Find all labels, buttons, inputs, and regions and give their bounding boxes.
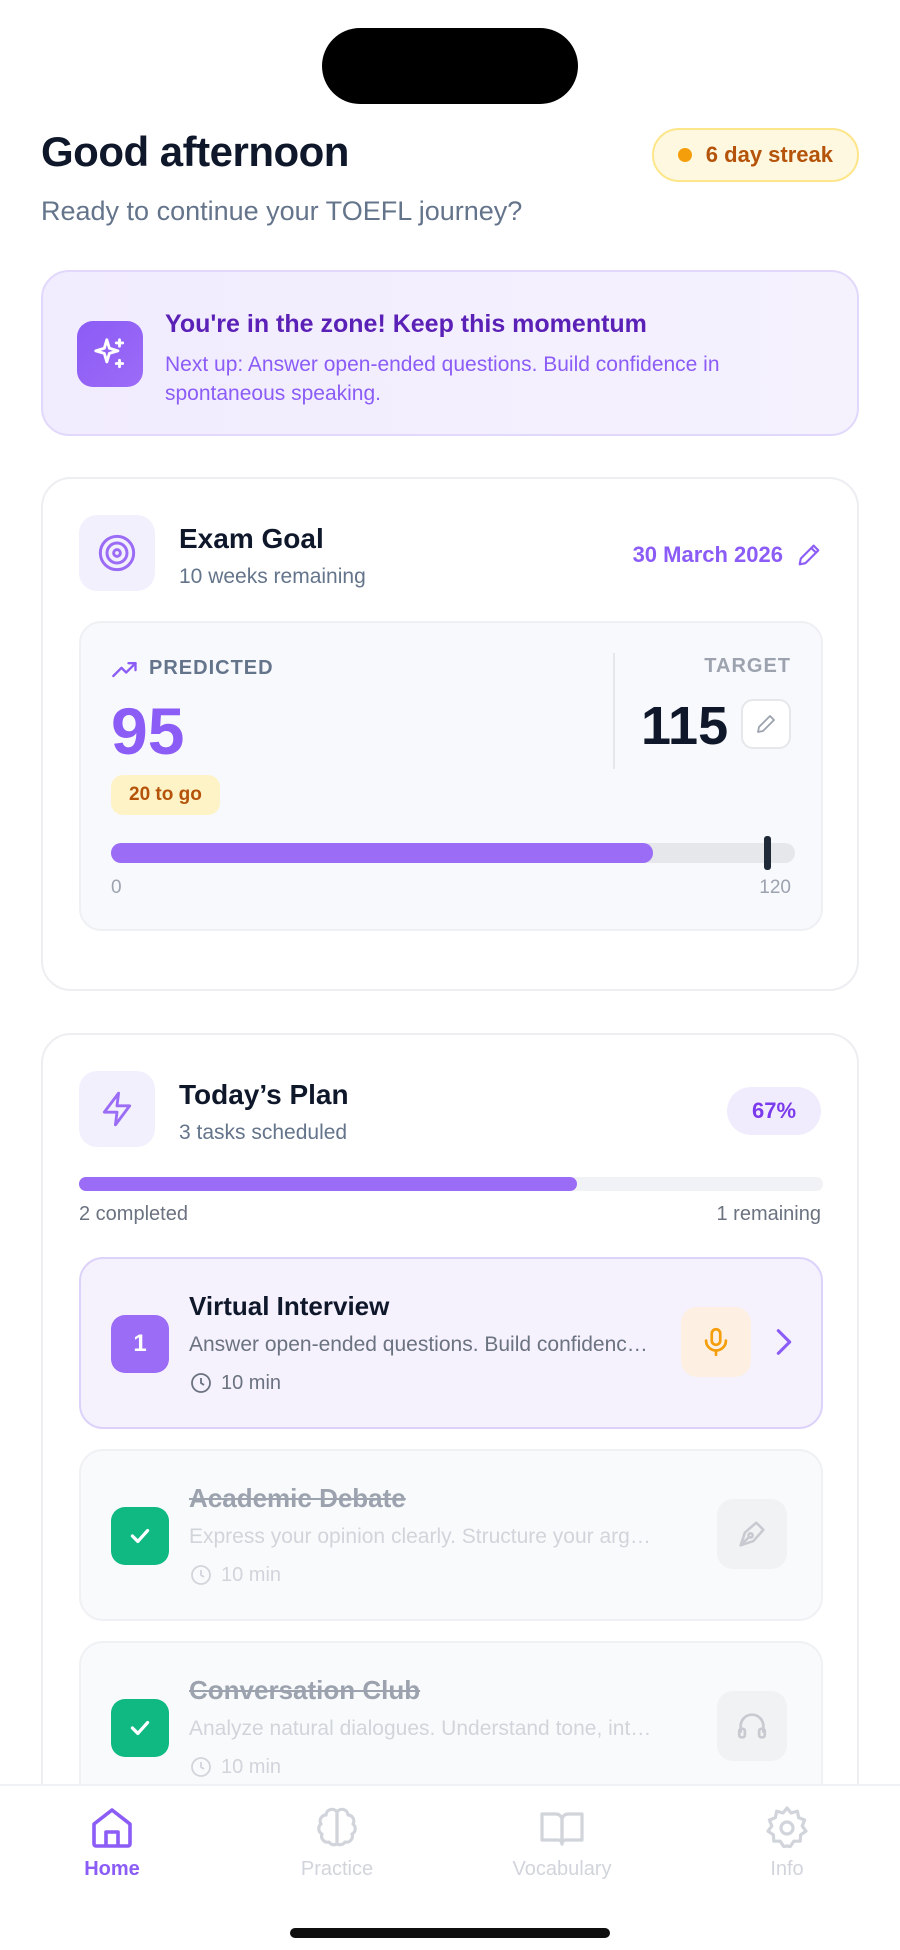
predicted-label: PREDICTED <box>149 657 274 679</box>
task-duration: 10 min <box>221 1563 282 1586</box>
banner-description: Next up: Answer open-ended questions. Bu… <box>165 353 720 405</box>
tab-label: Vocabulary <box>512 1858 612 1880</box>
header: Good afternoon Ready to continue your TO… <box>41 128 859 226</box>
exam-goal-subtitle: 10 weeks remaining <box>179 565 366 588</box>
tab-practice[interactable]: Practice <box>247 1804 427 1881</box>
plan-progress-fill <box>79 1177 577 1191</box>
pencil-icon <box>757 715 775 733</box>
clock-icon <box>191 1565 211 1585</box>
task-duration-row: 10 min <box>189 1563 281 1587</box>
banner-title: You're in the zone! Keep this momentum <box>165 310 647 338</box>
task-number: 1 <box>111 1315 169 1373</box>
plan-title: Today’s Plan <box>179 1079 349 1110</box>
task-virtual-interview[interactable]: 1 Virtual Interview Answer open-ended qu… <box>79 1257 823 1429</box>
home-icon <box>92 1808 132 1848</box>
clock-icon <box>191 1757 211 1777</box>
edit-target-button[interactable] <box>741 699 791 749</box>
sparkles-icon <box>77 321 143 387</box>
exam-goal-title: Exam Goal <box>179 523 324 554</box>
checkmark-icon <box>111 1507 169 1565</box>
headphones-icon <box>717 1691 787 1761</box>
target-icon <box>79 515 155 591</box>
streak-label: 6 day streak <box>705 142 833 167</box>
streak-dot-icon <box>677 148 692 162</box>
task-academic-debate[interactable]: Academic Debate Express your opinion cle… <box>79 1449 823 1621</box>
pencil-icon <box>798 544 820 566</box>
completed-count: 2 completed <box>79 1203 188 1225</box>
task-description: Express your opinion clearly. Structure … <box>189 1525 659 1548</box>
momentum-banner[interactable]: You're in the zone! Keep this momentum N… <box>41 270 859 436</box>
brain-icon <box>317 1807 357 1847</box>
predicted-score: 95 <box>111 694 185 768</box>
book-icon <box>540 1812 584 1846</box>
task-duration-row: 10 min <box>189 1755 281 1779</box>
trending-up-icon <box>112 661 137 677</box>
tab-label: Info <box>770 1858 804 1880</box>
pen-nib-icon <box>717 1499 787 1569</box>
scale-min: 0 <box>111 877 122 898</box>
plan-subtitle: 3 tasks scheduled <box>179 1121 348 1144</box>
task-duration-row: 10 min <box>189 1371 281 1395</box>
home-indicator <box>290 1928 610 1938</box>
target-label: TARGET <box>704 655 791 677</box>
tab-label: Practice <box>300 1858 374 1880</box>
dynamic-island <box>322 28 578 104</box>
task-title: Virtual Interview <box>189 1291 390 1321</box>
bottom-tab-bar: Home Practice Vocabulary Info <box>0 1784 900 1950</box>
score-progress-track <box>111 836 795 870</box>
remaining-count: 1 remaining <box>716 1203 821 1225</box>
gear-icon <box>766 1806 808 1849</box>
exam-goal-card: Exam Goal 10 weeks remaining 30 March 20… <box>41 477 859 991</box>
lightning-icon <box>79 1071 155 1147</box>
task-description: Answer open-ended questions. Build confi… <box>189 1333 659 1356</box>
predicted-label-row: PREDICTED <box>111 657 274 680</box>
tab-vocabulary[interactable]: Vocabulary <box>472 1804 652 1881</box>
microphone-icon <box>681 1307 751 1377</box>
divider <box>613 653 615 769</box>
task-duration: 10 min <box>221 1755 282 1778</box>
task-title: Conversation Club <box>189 1675 421 1705</box>
task-duration: 10 min <box>221 1371 282 1394</box>
exam-date-button[interactable]: 30 March 2026 <box>633 541 823 569</box>
plan-progress-track <box>79 1177 823 1191</box>
task-description: Analyze natural dialogues. Understand to… <box>189 1717 659 1740</box>
exam-date: 30 March 2026 <box>632 542 783 567</box>
chevron-right-icon <box>776 1329 792 1355</box>
scale-max: 120 <box>759 877 791 898</box>
checkmark-icon <box>111 1699 169 1757</box>
tab-info[interactable]: Info <box>697 1804 877 1881</box>
tab-home[interactable]: Home <box>22 1804 202 1881</box>
target-score: 115 <box>641 696 729 756</box>
task-title: Academic Debate <box>189 1483 406 1513</box>
plan-percent-badge: 67% <box>727 1087 821 1135</box>
score-panel: PREDICTED 95 20 to go TARGET 115 0 120 <box>79 621 823 931</box>
score-progress-fill <box>111 843 653 863</box>
streak-badge[interactable]: 6 day streak <box>651 128 859 182</box>
tab-label: Home <box>84 1858 140 1880</box>
points-to-go-badge: 20 to go <box>111 775 220 815</box>
page-subtitle: Ready to continue your TOEFL journey? <box>41 196 523 226</box>
target-marker <box>764 836 771 870</box>
clock-icon <box>191 1373 211 1393</box>
